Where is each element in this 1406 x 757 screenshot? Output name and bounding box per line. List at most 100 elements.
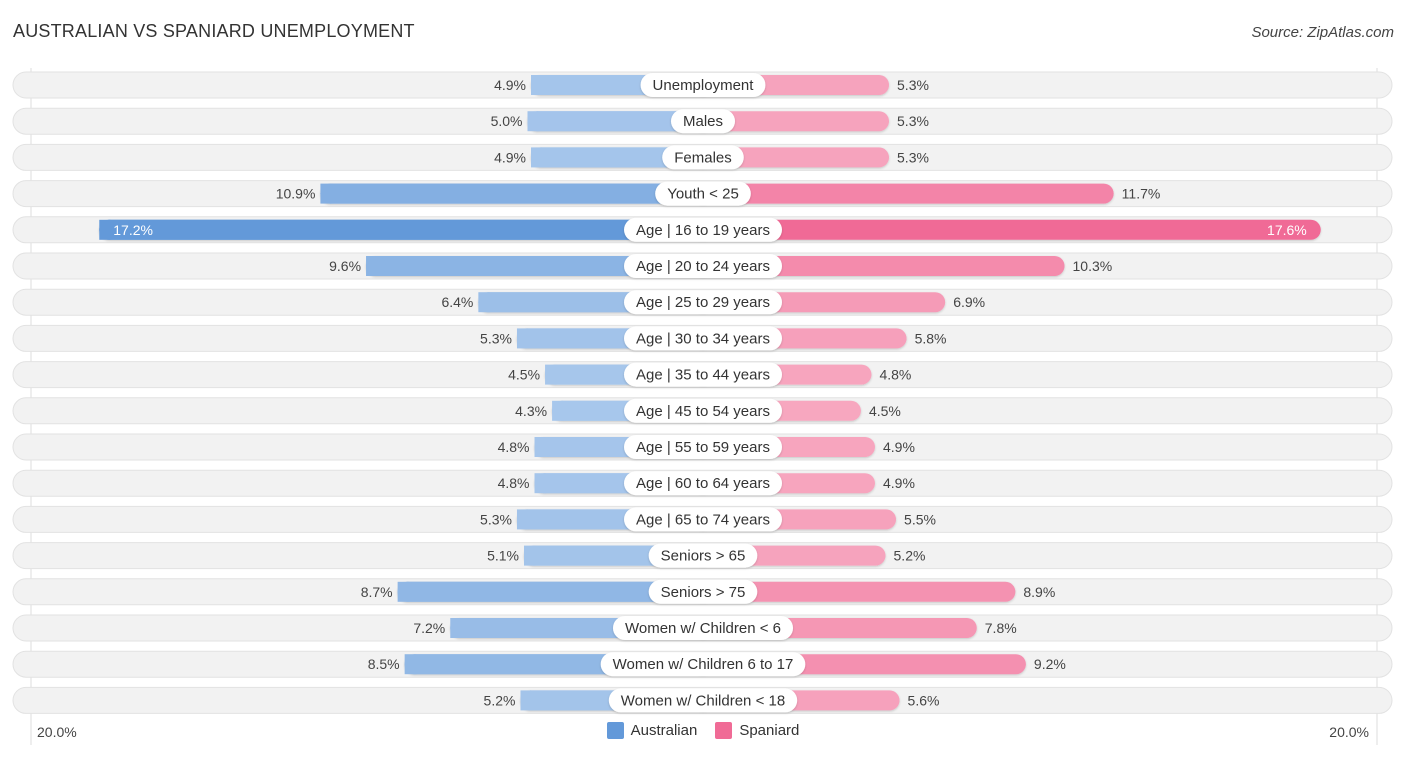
value-label-spaniard: 7.8% [985, 620, 1017, 636]
value-label-australian: 5.1% [487, 548, 519, 564]
value-label-australian: 4.8% [498, 475, 530, 491]
value-label-spaniard: 5.3% [897, 77, 929, 93]
table-row[interactable]: 5.1% 5.2% Seniors > 65 [12, 542, 1393, 570]
legend-swatch-australian [606, 722, 624, 739]
value-label-australian: 5.0% [491, 113, 523, 129]
category-label: Age | 25 to 29 years [636, 294, 770, 311]
bar-australian-cap [520, 690, 541, 711]
value-label-spaniard: 4.9% [883, 439, 915, 455]
category-label: Age | 45 to 54 years [636, 403, 770, 420]
value-label-australian: 7.2% [413, 620, 445, 636]
value-label-australian: 5.3% [480, 330, 512, 346]
category-label: Females [674, 149, 732, 166]
bar-australian-cap [523, 545, 544, 566]
bar-australian-body [320, 183, 703, 204]
bar-australian-cap [366, 256, 387, 276]
bar-australian-cap [404, 654, 425, 675]
table-row[interactable]: 9.6% 10.3% Age | 20 to 24 years [12, 252, 1393, 280]
legend-label-spaniard: Spaniard [739, 722, 800, 739]
value-label-spaniard: 5.6% [908, 692, 940, 708]
category-label: Seniors > 75 [661, 584, 746, 601]
value-label-spaniard: 8.9% [1023, 584, 1055, 600]
bar-australian-cap [516, 509, 537, 530]
bar-australian-cap [531, 147, 552, 168]
table-row[interactable]: 5.0% 5.3% Males [12, 107, 1393, 135]
value-label-australian: 8.5% [368, 656, 400, 672]
category-label: Women w/ Children < 18 [621, 692, 785, 709]
value-label-spaniard: 4.8% [879, 367, 911, 383]
table-row[interactable]: 4.9% 5.3% Unemployment [12, 71, 1393, 99]
value-label-australian: 4.3% [515, 403, 547, 419]
bar-australian-cap [534, 437, 555, 457]
category-label: Unemployment [653, 77, 755, 94]
bar-australian-cap [516, 328, 537, 349]
value-label-spaniard: 5.3% [897, 149, 929, 165]
value-label-australian: 4.9% [494, 149, 526, 165]
table-row[interactable]: 7.2% 7.8% Women w/ Children < 6 [12, 614, 1393, 642]
table-row[interactable]: 4.8% 4.9% Age | 60 to 64 years [12, 469, 1393, 497]
value-label-spaniard: 6.9% [953, 294, 985, 310]
category-label: Age | 20 to 24 years [636, 258, 770, 275]
table-row[interactable]: 17.2% 17.6% Age | 16 to 19 years [12, 216, 1393, 244]
bar-australian-cap [320, 183, 341, 204]
bar-australian-cap [527, 111, 548, 132]
value-label-spaniard: 4.5% [869, 403, 901, 419]
category-label: Age | 16 to 19 years [636, 222, 770, 239]
legend-swatch-spaniard [715, 722, 733, 739]
value-label-spaniard: 5.2% [894, 548, 926, 564]
value-label-australian: 4.9% [494, 77, 526, 93]
value-label-spaniard: 11.7% [1122, 186, 1161, 202]
category-label: Males [683, 113, 723, 130]
diverging-bar-chart: 4.9% 5.3% Unemployment 5.0% 5.3% Males 4.9% 5.3… [12, 68, 1393, 745]
category-label: Seniors > 65 [661, 548, 746, 565]
table-row[interactable]: 8.7% 8.9% Seniors > 75 [12, 578, 1393, 606]
legend-label-australian: Australian [630, 722, 698, 739]
value-label-spaniard: 10.3% [1073, 258, 1113, 274]
category-label: Age | 35 to 44 years [636, 367, 770, 384]
bar-australian-cap [552, 400, 573, 421]
category-label: Women w/ Children 6 to 17 [613, 656, 794, 673]
category-label: Youth < 25 [667, 186, 739, 203]
value-label-spaniard: 5.5% [904, 511, 936, 527]
value-label-australian: 4.8% [498, 439, 530, 455]
category-label: Age | 55 to 59 years [636, 439, 770, 456]
value-label-australian: 9.6% [329, 258, 361, 274]
value-label-spaniard: 5.3% [897, 113, 929, 129]
bar-spaniard [693, 183, 1114, 204]
value-label-australian: 6.4% [441, 294, 473, 310]
legend-item-australian[interactable]: Australian [606, 722, 698, 739]
table-row[interactable]: 5.3% 5.5% Age | 65 to 74 years [12, 505, 1393, 533]
category-label: Age | 60 to 64 years [636, 475, 770, 492]
bar-australian-cap [450, 618, 471, 638]
category-label: Women w/ Children < 6 [625, 620, 781, 637]
table-row[interactable]: 6.4% 6.9% Age | 25 to 29 years [12, 288, 1393, 316]
value-label-spaniard: 17.6% [1267, 222, 1307, 238]
table-row[interactable]: 4.9% 5.3% Females [12, 143, 1393, 171]
value-label-spaniard: 4.9% [883, 475, 915, 491]
table-row[interactable]: 8.5% 9.2% Women w/ Children 6 to 17 [12, 650, 1393, 678]
legend-item-spaniard[interactable]: Spaniard [715, 722, 799, 739]
value-label-australian: 17.2% [113, 222, 153, 238]
table-row[interactable]: 4.5% 4.8% Age | 35 to 44 years [12, 361, 1393, 389]
bar-australian-cap [478, 292, 499, 313]
table-row[interactable]: 5.3% 5.8% Age | 30 to 34 years [12, 324, 1393, 352]
bar-australian-cap [534, 473, 555, 494]
bar-australian-cap [545, 364, 566, 385]
table-row[interactable]: 10.9% 11.7% Youth < 25 [12, 180, 1393, 208]
table-row[interactable]: 4.8% 4.9% Age | 55 to 59 years [12, 433, 1393, 461]
category-label: Age | 65 to 74 years [636, 511, 770, 528]
value-label-spaniard: 9.2% [1034, 656, 1066, 672]
bar-spaniard [693, 219, 1321, 240]
bar-australian-cap [531, 75, 552, 95]
value-label-australian: 5.2% [484, 692, 516, 708]
bar-australian-body [99, 219, 703, 240]
value-label-australian: 10.9% [276, 186, 316, 202]
value-label-australian: 8.7% [361, 584, 393, 600]
value-label-australian: 4.5% [508, 367, 540, 383]
value-label-australian: 5.3% [480, 511, 512, 527]
table-row[interactable]: 4.3% 4.5% Age | 45 to 54 years [12, 397, 1393, 425]
value-label-spaniard: 5.8% [915, 330, 947, 346]
table-row[interactable]: 5.2% 5.6% Women w/ Children < 18 [12, 686, 1393, 714]
category-label: Age | 30 to 34 years [636, 330, 770, 347]
legend: Australian Spaniard [0, 722, 1406, 739]
